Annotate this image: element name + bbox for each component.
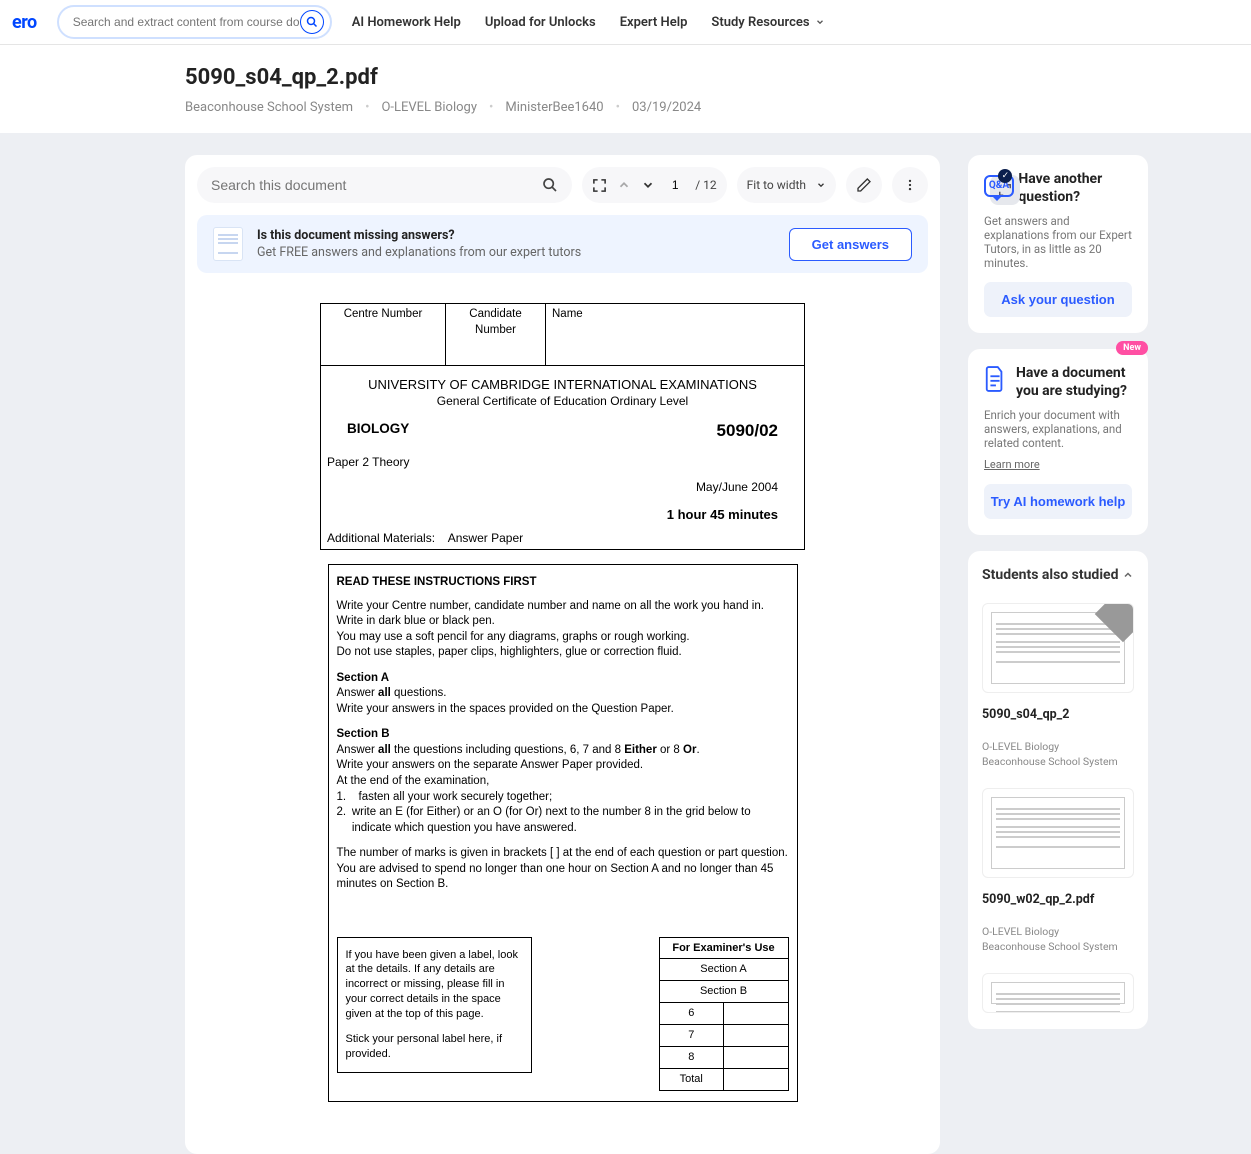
instr-line: At the end of the examination,: [337, 775, 490, 787]
page-total: / 12: [695, 178, 716, 192]
nav-upload[interactable]: Upload for Unlocks: [485, 15, 596, 30]
ai-card-body: Enrich your document with answers, expla…: [984, 408, 1132, 450]
logo[interactable]: ero: [12, 12, 37, 33]
instructions-box: READ THESE INSTRUCTIONS FIRST Write your…: [328, 564, 798, 1101]
nav-ai-homework[interactable]: AI Homework Help: [352, 15, 461, 30]
instr-line: Write your answers in the spaces provide…: [337, 703, 674, 715]
nav-study-resources[interactable]: Study Resources: [711, 15, 824, 30]
nav-expert-help[interactable]: Expert Help: [620, 15, 688, 30]
paper-line: Paper 2 Theory: [321, 451, 805, 473]
instr-line: Write in dark blue or black pen.: [337, 614, 789, 630]
also-item-name: 5090_s04_qp_2: [982, 707, 1134, 722]
th-centre: Centre Number: [321, 304, 446, 342]
ai-help-card: New Have a document you are studying? En…: [968, 349, 1148, 535]
also-item-school: Beaconhouse School System: [982, 755, 1134, 768]
instr-line: The number of marks is given in brackets…: [337, 846, 789, 862]
page-nav-group: / 12: [582, 167, 726, 203]
document-icon: [213, 227, 243, 261]
exam-date: May/June 2004: [696, 479, 804, 495]
missing-answers-banner: Is this document missing answers? Get FR…: [197, 215, 928, 273]
materials-value: Answer Paper: [448, 531, 523, 545]
page-title: 5090_s04_qp_2.pdf: [185, 65, 1251, 90]
doc-thumbnail: [982, 603, 1134, 693]
ai-card-title: Have a document you are studying?: [1016, 365, 1132, 400]
also-item[interactable]: [982, 973, 1134, 1013]
crumb-school[interactable]: Beaconhouse School System: [185, 100, 353, 115]
global-search-input[interactable]: [73, 15, 300, 29]
also-item[interactable]: 5090_s04_qp_2 O-LEVEL Biology Beaconhous…: [982, 603, 1134, 768]
subject: BIOLOGY: [347, 421, 409, 436]
annotate-icon[interactable]: [846, 167, 882, 203]
chevron-up-icon[interactable]: [1122, 569, 1134, 581]
document-icon: [984, 365, 1006, 393]
qa-card-body: Get answers and explanations from our Ex…: [984, 214, 1132, 270]
nav-study-label: Study Resources: [711, 15, 809, 30]
get-answers-button[interactable]: Get answers: [789, 228, 912, 261]
nav-links: AI Homework Help Upload for Unlocks Expe…: [352, 15, 825, 30]
global-search[interactable]: [57, 5, 332, 39]
doc-search-input[interactable]: [211, 177, 542, 193]
instr-title: READ THESE INSTRUCTIONS FIRST: [337, 576, 537, 588]
also-item-school: Beaconhouse School System: [982, 940, 1134, 953]
instr-line: Write your answers on the separate Answe…: [337, 759, 644, 771]
breadcrumb: Beaconhouse School System• O-LEVEL Biolo…: [185, 100, 1251, 115]
th-candidate: Candidate Number: [446, 304, 546, 342]
search-icon[interactable]: [300, 10, 324, 34]
crumb-course[interactable]: O-LEVEL Biology: [381, 100, 477, 115]
paper-code: 5090/02: [717, 420, 778, 443]
also-title: Students also studied: [982, 567, 1118, 583]
fit-label: Fit to width: [747, 178, 806, 192]
examiner-table: For Examiner's Use Section A Section B 6…: [659, 937, 789, 1091]
search-icon[interactable]: [542, 177, 558, 193]
doc-thumbnail: [982, 973, 1134, 1013]
section-a: Section A: [337, 672, 390, 684]
main-area: / 12 Fit to width Is this document missi…: [0, 133, 1251, 1154]
materials-label: Additional Materials:: [327, 531, 435, 545]
viewer-toolbar: / 12 Fit to width: [197, 167, 928, 203]
qa-card-title: Have another question?: [1018, 171, 1132, 206]
crumb-user[interactable]: MinisterBee1640: [505, 100, 603, 115]
section-b: Section B: [337, 728, 390, 740]
new-badge: New: [1116, 341, 1148, 355]
banner-sub: Get FREE answers and explanations from o…: [257, 245, 581, 260]
gce-line: General Certificate of Education Ordinar…: [327, 393, 798, 409]
document-page: Centre Number Candidate Number Name UNIV…: [197, 303, 928, 1142]
instr-line: You are advised to spend no longer than …: [337, 862, 789, 893]
qa-icon: Q&A ✓: [984, 171, 1008, 199]
crumb-date: 03/19/2024: [632, 100, 701, 115]
more-icon[interactable]: [892, 167, 928, 203]
right-sidebar: Q&A ✓ Have another question? Get answers…: [968, 155, 1148, 1029]
also-studied-card: Students also studied 5090_s04_qp_2 O-LE…: [968, 551, 1148, 1029]
learn-more-link[interactable]: Learn more: [984, 458, 1040, 471]
fullscreen-icon[interactable]: [592, 178, 607, 193]
doc-search[interactable]: [197, 167, 572, 203]
instr-line: Write your Centre number, candidate numb…: [337, 599, 789, 615]
instr-line: Do not use staples, paper clips, highlig…: [337, 645, 789, 661]
document-header: 5090_s04_qp_2.pdf Beaconhouse School Sys…: [0, 45, 1251, 133]
page-up-icon[interactable]: [617, 178, 631, 192]
page-down-icon[interactable]: [641, 178, 655, 192]
also-item[interactable]: 5090_w02_qp_2.pdf O-LEVEL Biology Beacon…: [982, 788, 1134, 953]
qa-card: Q&A ✓ Have another question? Get answers…: [968, 155, 1148, 333]
doc-thumbnail: [982, 788, 1134, 878]
ask-question-button[interactable]: Ask your question: [984, 282, 1132, 317]
also-item-name: 5090_w02_qp_2.pdf: [982, 892, 1134, 907]
chevron-down-icon: [815, 17, 825, 27]
try-ai-button[interactable]: Try AI homework help: [984, 484, 1132, 519]
duration: 1 hour 45 minutes: [667, 506, 804, 524]
fit-dropdown[interactable]: Fit to width: [737, 167, 836, 203]
also-item-course: O-LEVEL Biology: [982, 925, 1134, 938]
document-viewer: / 12 Fit to width Is this document missi…: [185, 155, 940, 1154]
instr-line: You may use a soft pencil for any diagra…: [337, 630, 789, 646]
also-item-course: O-LEVEL Biology: [982, 740, 1134, 753]
chevron-down-icon: [816, 180, 826, 190]
th-name: Name: [546, 304, 805, 342]
top-nav: ero AI Homework Help Upload for Unlocks …: [0, 0, 1251, 45]
page-current-input[interactable]: [665, 178, 685, 192]
uni-line: UNIVERSITY OF CAMBRIDGE INTERNATIONAL EX…: [327, 376, 798, 394]
banner-title: Is this document missing answers?: [257, 228, 581, 243]
label-box: If you have been given a label, look at …: [337, 937, 532, 1073]
